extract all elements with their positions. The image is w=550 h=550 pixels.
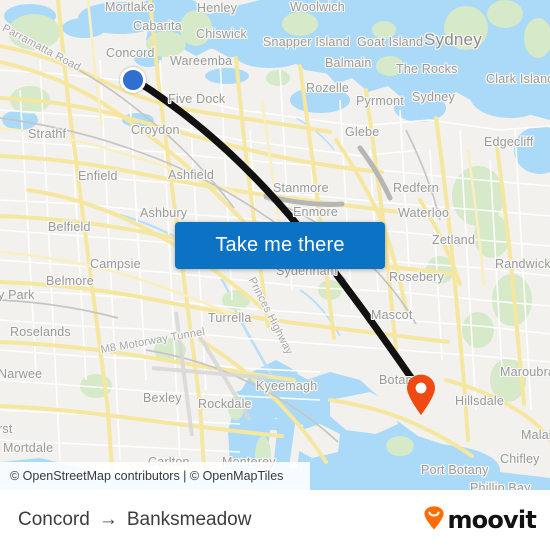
origin-marker[interactable] — [120, 67, 146, 93]
moovit-pin-icon — [423, 505, 445, 535]
route-destination-label: Banksmeadow — [126, 509, 252, 530]
take-me-there-label: Take me there — [215, 234, 345, 256]
destination-marker[interactable] — [406, 374, 436, 416]
moovit-route-screen: Mortlake Henley Woolwich Cabarita Chiswick Sn… — [0, 0, 550, 550]
attribution-text: © OpenStreetMap contributors | © OpenMap… — [10, 469, 284, 483]
take-me-there-button[interactable]: Take me there — [175, 222, 385, 269]
footer-bar: Concord → Banksmeadow moovit — [0, 490, 550, 550]
map-canvas[interactable]: Mortlake Henley Woolwich Cabarita Chiswick Sn… — [0, 0, 550, 490]
moovit-wordmark: moovit — [447, 506, 536, 534]
moovit-logo[interactable]: moovit — [423, 505, 537, 535]
route-summary: Concord → Banksmeadow — [18, 509, 251, 531]
map-attribution: © OpenStreetMap contributors | © OpenMap… — [0, 462, 310, 490]
route-origin-label: Concord — [18, 509, 90, 530]
arrow-right-icon: → — [98, 509, 118, 530]
